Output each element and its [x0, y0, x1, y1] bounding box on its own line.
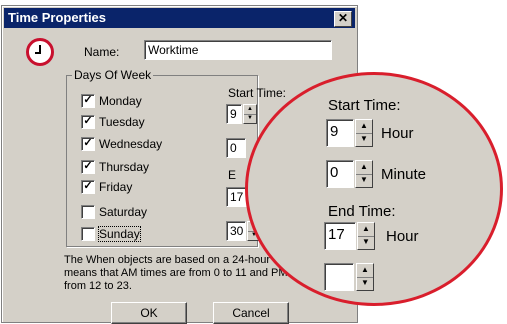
end-time-label-partial: E	[228, 168, 237, 182]
zoom-start-hour-spinner[interactable]: ▲ ▼	[355, 119, 373, 147]
zoom-minute-label: Minute	[381, 166, 427, 183]
end-minute-input[interactable]: 30	[226, 221, 246, 241]
clock-icon	[26, 38, 54, 66]
start-minute-input[interactable]: 0	[226, 138, 246, 158]
name-input[interactable]: Worktime	[144, 40, 332, 60]
spin-down-icon[interactable]: ▼	[244, 114, 256, 123]
spin-down-icon[interactable]: ▼	[358, 236, 374, 249]
zoom-end-hour-input[interactable]: 17	[324, 222, 356, 250]
zoom-end-minute-spinner[interactable]: ▲ ▼	[356, 263, 374, 291]
thursday-checkbox[interactable]: ✓	[81, 160, 95, 174]
zoom-start-time-label: Start Time:	[328, 97, 401, 114]
spin-up-icon[interactable]: ▲	[356, 120, 372, 134]
zoom-end-hour-label: Hour	[386, 228, 419, 245]
start-hour-input[interactable]: 9	[226, 104, 242, 124]
friday-checkbox[interactable]: ✓	[81, 180, 95, 194]
monday-label: Monday	[99, 94, 142, 108]
name-label: Name:	[84, 45, 120, 59]
tuesday-checkbox[interactable]: ✓	[81, 115, 95, 129]
cancel-button[interactable]: Cancel	[213, 302, 289, 324]
monday-checkbox[interactable]: ✓	[81, 94, 95, 108]
window-title: Time Properties	[8, 10, 107, 25]
zoom-start-minute-spinner[interactable]: ▲ ▼	[355, 160, 373, 188]
zoom-start-minute-input[interactable]: 0	[326, 160, 354, 188]
friday-label: Friday	[99, 180, 133, 194]
spin-down-icon[interactable]: ▼	[356, 174, 372, 187]
start-hour-spinner[interactable]: ▲ ▼	[243, 104, 257, 124]
zoom-callout: Start Time: 9 ▲ ▼ Hour 0 ▲ ▼ Minute End …	[245, 72, 503, 306]
spin-up-icon[interactable]: ▲	[356, 161, 372, 175]
spin-up-icon[interactable]: ▲	[357, 264, 373, 278]
days-of-week-label: Days Of Week	[72, 68, 154, 82]
zoom-end-time-label: End Time:	[328, 203, 396, 220]
ok-button[interactable]: OK	[111, 302, 187, 324]
saturday-label: Saturday	[99, 205, 148, 219]
sunday-checkbox[interactable]	[81, 227, 95, 241]
spin-up-icon[interactable]: ▲	[358, 223, 374, 237]
start-time-label: Start Time:	[228, 86, 287, 100]
spin-down-icon[interactable]: ▼	[356, 133, 372, 146]
wednesday-checkbox[interactable]: ✓	[81, 137, 95, 151]
sunday-label: Sunday	[98, 226, 141, 242]
title-bar[interactable]: Time Properties ✕	[4, 8, 355, 28]
wednesday-label: Wednesday	[99, 137, 163, 151]
zoom-end-minute-input[interactable]	[324, 263, 354, 291]
thursday-label: Thursday	[99, 160, 150, 174]
zoom-start-hour-input[interactable]: 9	[326, 119, 354, 147]
close-button[interactable]: ✕	[334, 11, 352, 27]
zoom-hour-label: Hour	[381, 125, 414, 142]
tuesday-label: Tuesday	[99, 115, 145, 129]
saturday-checkbox[interactable]	[81, 205, 95, 219]
zoom-end-hour-spinner[interactable]: ▲ ▼	[357, 222, 375, 250]
spin-down-icon[interactable]: ▼	[357, 277, 373, 290]
